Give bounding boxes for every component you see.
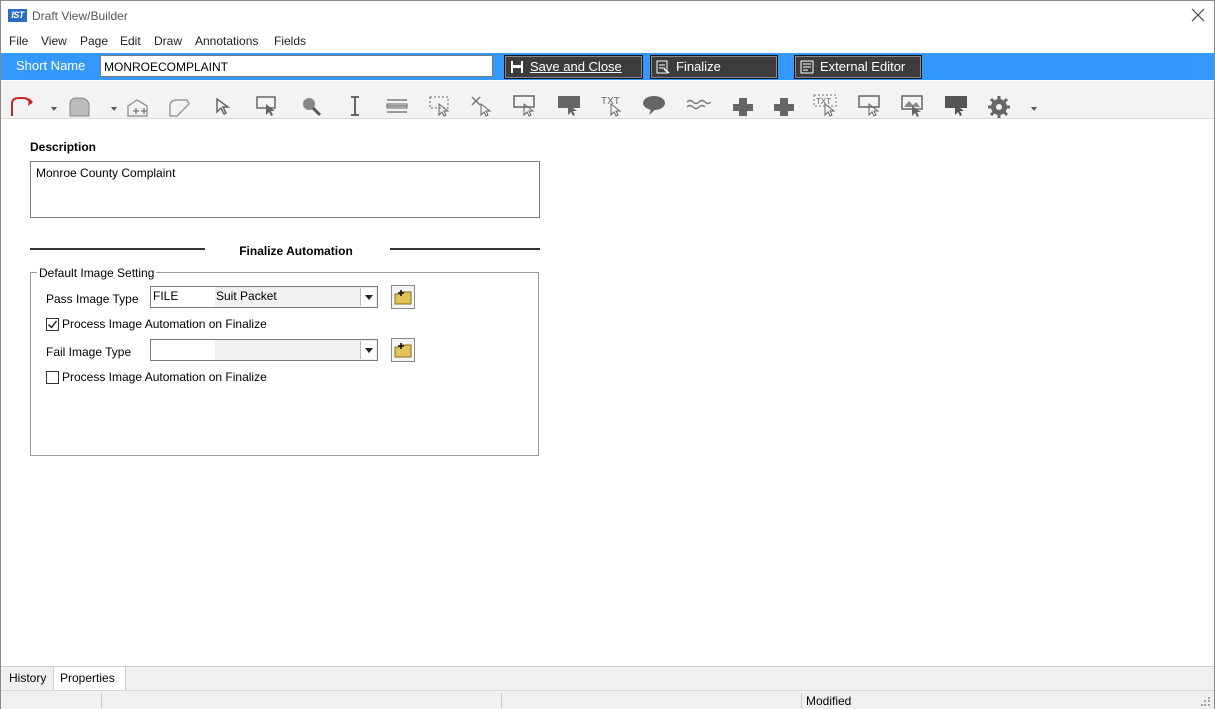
description-field[interactable]: Monroe County Complaint [30,161,540,218]
finalize-button[interactable]: Finalize [650,55,778,79]
callout-dark-icon[interactable] [943,94,969,118]
fail-process-label: Process Image Automation on Finalize [62,370,267,384]
cross-filled-2-icon[interactable] [771,94,797,118]
draft-view-builder-window: IST Draft View/Builder File View Page Ed… [0,0,1215,709]
speech-bubble-icon[interactable] [641,94,667,118]
app-logo-icon: IST [8,9,27,22]
menu-edit[interactable]: Edit [120,34,141,48]
callout-outline-icon[interactable] [512,94,538,118]
folder-add-icon [394,290,412,305]
fail-image-type-name [215,340,360,360]
text-lines-icon[interactable] [384,94,410,118]
pass-image-type-name: Suit Packet [216,289,277,303]
fail-image-browse-button[interactable] [391,338,415,362]
tab-history[interactable]: History [3,667,54,691]
callout-filled-icon[interactable] [556,94,582,118]
window-title: Draft View/Builder [32,9,128,23]
pass-process-checkbox[interactable] [46,318,59,331]
pass-image-type-code: FILE [151,287,215,307]
save-icon [511,61,523,73]
select-arrow-icon[interactable] [211,94,237,118]
section-divider-right [390,248,540,250]
menu-view[interactable]: View [41,34,67,48]
menu-bar: File View Page Edit Draw Annotations Fie… [1,32,1214,52]
properties-panel: Description Monroe County Complaint Fina… [1,120,1214,665]
status-divider [101,693,102,708]
text-callout-icon[interactable]: TXT [599,94,625,118]
short-name-label: Short Name [16,58,86,73]
image-icon[interactable] [900,94,926,118]
checkmark-icon [48,320,58,329]
section-divider-left [30,248,205,250]
title-bar: IST Draft View/Builder [1,1,1214,31]
status-divider [801,693,802,708]
svg-text:TXT: TXT [601,96,620,107]
short-name-input[interactable]: MONROECOMPLAINT [100,55,493,77]
header-bar: Short Name MONROECOMPLAINT Save and Clos… [1,53,1214,80]
cross-filled-icon[interactable] [730,94,756,118]
add-field-icon[interactable] [125,94,151,118]
close-icon [1191,8,1205,22]
pass-process-label: Process Image Automation on Finalize [62,317,267,331]
chevron-down-icon [360,288,376,306]
menu-fields[interactable]: Fields [274,34,306,48]
shape-tool-icon[interactable] [67,94,93,118]
text-dotted-icon[interactable]: TXT [813,94,839,118]
gear-dropdown-icon[interactable] [1021,94,1037,118]
menu-file[interactable]: File [9,34,28,48]
resize-grip-icon[interactable] [1201,697,1211,707]
save-and-close-button[interactable]: Save and Close [504,55,643,79]
svg-text:TXT: TXT [816,97,831,106]
select-region-icon[interactable] [254,94,280,118]
pass-image-type-select[interactable]: FILE Suit Packet [150,286,378,308]
callout-select-icon[interactable] [857,94,883,118]
menu-draw[interactable]: Draw [154,34,182,48]
pass-image-type-label: Pass Image Type [46,292,139,306]
gear-icon[interactable] [986,94,1012,118]
zoom-icon[interactable] [298,94,324,118]
pass-image-browse-button[interactable] [391,285,415,309]
tab-properties[interactable]: Properties [54,667,126,691]
pen-tool-icon[interactable] [9,94,35,118]
shape-dropdown-icon[interactable] [101,94,117,118]
status-text: Modified [806,694,852,708]
drawing-toolbar: TXT TXT [1,81,1214,119]
fail-image-type-code [151,340,215,360]
status-bar: Modified [1,690,1214,709]
folder-add-icon [394,343,412,358]
menu-page[interactable]: Page [80,34,108,48]
menu-annotations[interactable]: Annotations [195,34,258,48]
group-title: Default Image Setting [37,266,157,280]
description-label: Description [30,140,97,154]
external-editor-button[interactable]: External Editor [794,55,922,79]
status-divider [501,693,502,708]
default-image-setting-group: Default Image Setting Pass Image Type FI… [30,266,539,456]
finalize-icon [656,60,670,74]
edit-shape-icon[interactable] [167,94,193,118]
text-cursor-icon[interactable] [342,94,368,118]
bottom-tabs: History Properties [1,666,1214,691]
pen-dropdown-icon[interactable] [41,94,57,118]
fail-image-type-select[interactable] [150,339,378,361]
select-dotted-icon[interactable] [427,94,453,118]
fail-process-checkbox[interactable] [46,371,59,384]
wave-line-icon[interactable] [685,94,712,118]
close-button[interactable] [1190,7,1206,23]
select-cross-icon[interactable] [469,94,495,118]
external-editor-icon [800,60,814,74]
fail-image-type-label: Fail Image Type [46,345,132,359]
finalize-automation-heading: Finalize Automation [239,244,353,258]
chevron-down-icon [360,341,376,359]
